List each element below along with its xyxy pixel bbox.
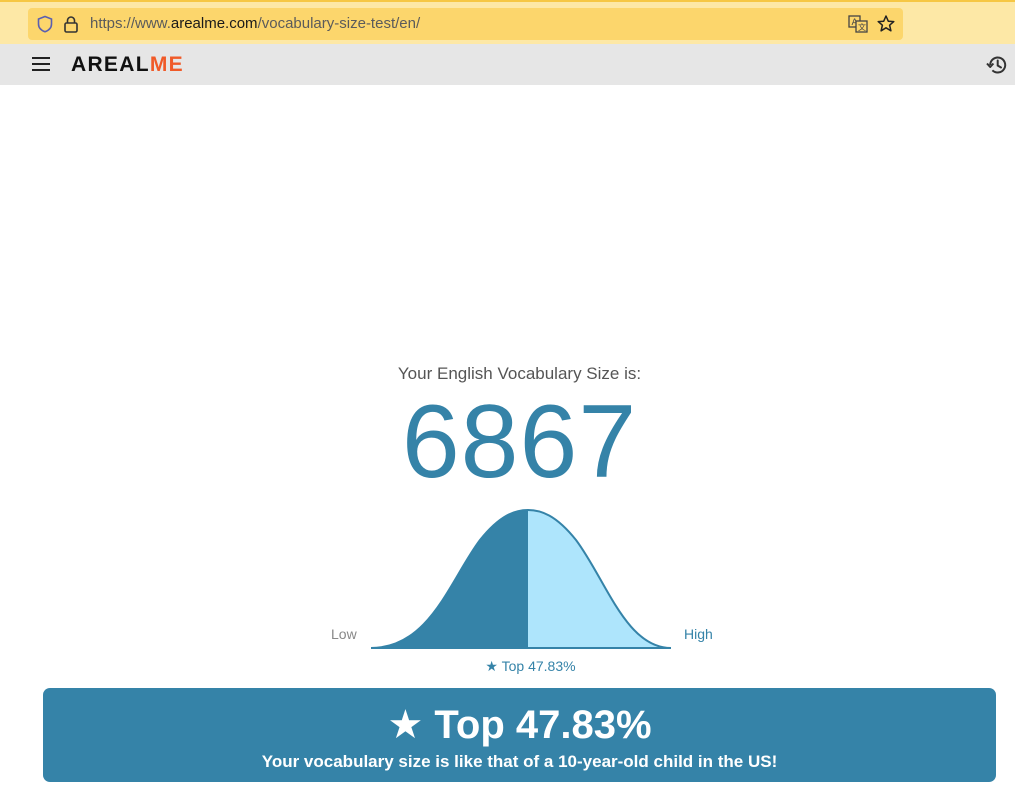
logo-part2: ME bbox=[149, 53, 184, 76]
translate-icon[interactable]: A 文 bbox=[848, 15, 868, 33]
banner-title: ★ Top 47.83% bbox=[387, 703, 652, 747]
high-label: High bbox=[684, 626, 713, 642]
curve-left-area bbox=[371, 510, 528, 648]
address-bar[interactable]: https://www.arealme.com/vocabulary-size-… bbox=[28, 8, 903, 40]
banner-subtitle: Your vocabulary size is like that of a 1… bbox=[261, 752, 778, 771]
menu-icon[interactable] bbox=[32, 56, 50, 72]
logo-part1: AREAL bbox=[71, 53, 150, 76]
svg-text:文: 文 bbox=[858, 22, 866, 32]
site-header: AREALME bbox=[0, 44, 1015, 85]
url-domain: arealme.com bbox=[170, 15, 258, 32]
url-prefix: https://www. bbox=[90, 15, 171, 32]
distribution-curve bbox=[370, 508, 672, 649]
curve-caption: ★ Top 47.83% bbox=[485, 658, 576, 674]
url-text[interactable]: https://www.arealme.com/vocabulary-size-… bbox=[90, 15, 420, 33]
url-path: /vocabulary-size-test/en/ bbox=[257, 15, 421, 32]
shield-icon[interactable] bbox=[36, 15, 54, 33]
result-label: Your English Vocabulary Size is: bbox=[397, 364, 642, 383]
result-banner: ★ Top 47.83% Your vocabulary size is lik… bbox=[43, 688, 996, 782]
vocabulary-score: 6867 bbox=[401, 384, 638, 500]
history-icon[interactable] bbox=[986, 54, 1008, 76]
site-logo[interactable]: AREALME bbox=[71, 53, 184, 77]
bookmark-star-icon[interactable] bbox=[876, 14, 896, 34]
lock-icon[interactable] bbox=[63, 15, 79, 33]
low-label: Low bbox=[331, 626, 357, 642]
browser-toolbar: https://www.arealme.com/vocabulary-size-… bbox=[0, 0, 1015, 44]
